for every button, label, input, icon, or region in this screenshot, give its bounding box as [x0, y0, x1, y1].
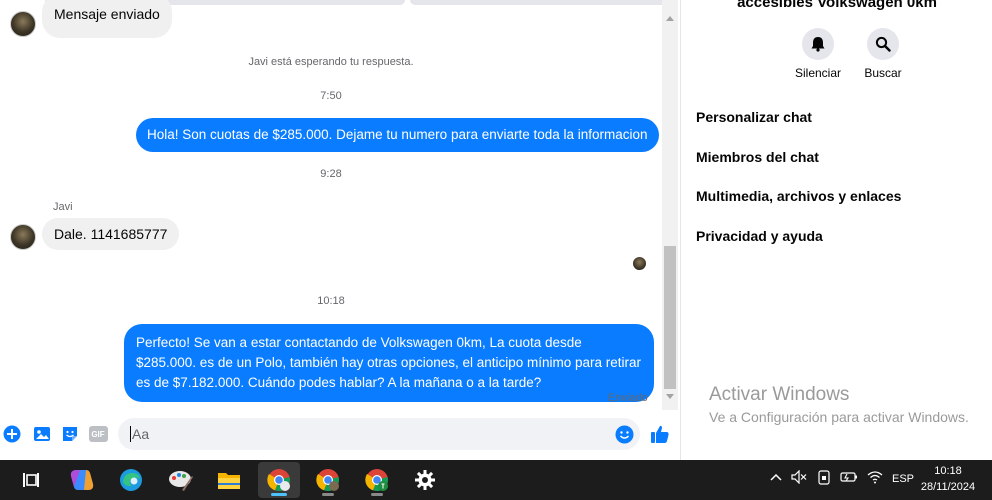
details-pane: accesibles Volkswagen 0km Silenciar Busc… [680, 0, 992, 460]
gif-icon[interactable]: GIF [88, 424, 108, 444]
chrome-profile-icon[interactable] [307, 462, 349, 498]
search-button[interactable]: Buscar [843, 28, 923, 80]
scroll-down-arrow-icon[interactable] [666, 394, 674, 399]
taskbar: ESP 10:18 28/11/2024 [0, 460, 992, 500]
waiting-note: Javi está esperando tu respuesta. [248, 56, 414, 68]
message-list[interactable]: Mensaje enviado Javi está esperando tu r… [0, 0, 662, 410]
settings-icon[interactable] [404, 462, 446, 498]
scroll-thumb[interactable] [664, 246, 676, 389]
menu-item-customize-chat[interactable]: Personalizar chat [696, 109, 812, 125]
timestamp: 9:28 [320, 168, 342, 180]
timestamp: 10:18 [317, 295, 345, 307]
menu-item-media-files-links[interactable]: Multimedia, archivos y enlaces [696, 188, 901, 204]
message-input-placeholder: Aa [132, 426, 150, 442]
outgoing-message[interactable]: Hola! Son cuotas de $285.000. Dejame tu … [136, 118, 659, 152]
incoming-message[interactable]: Mensaje enviado [42, 0, 172, 38]
search-icon [867, 28, 899, 60]
sender-name: Javi [53, 201, 73, 213]
avatar[interactable] [10, 224, 36, 250]
search-label: Buscar [864, 66, 902, 80]
active-indicator [271, 493, 287, 496]
wifi-icon[interactable] [867, 470, 883, 487]
volume-muted-icon[interactable] [791, 469, 807, 487]
paint-icon[interactable] [160, 462, 202, 498]
task-view-icon[interactable] [10, 462, 52, 498]
sticker-icon[interactable] [60, 424, 80, 444]
scroll-up-arrow-icon[interactable] [666, 16, 674, 21]
clock-time: 10:18 [934, 465, 962, 477]
running-indicator [322, 493, 334, 496]
menu-item-chat-members[interactable]: Miembros del chat [696, 149, 819, 165]
seen-receipt-avatar [633, 257, 646, 270]
chat-title: accesibles Volkswagen 0km [737, 0, 937, 11]
outgoing-message[interactable]: Perfecto! Se van a estar contactando de … [124, 324, 654, 402]
chrome-icon[interactable] [258, 462, 300, 498]
header-stub-right [410, 0, 662, 5]
activate-windows-watermark: Activar Windows Ve a Configuración para … [709, 384, 969, 425]
incoming-message[interactable]: Dale. 1141685777 [42, 218, 180, 250]
chevron-up-icon[interactable] [770, 470, 782, 485]
battery-icon[interactable] [840, 470, 858, 487]
edge-icon[interactable] [110, 462, 152, 498]
chrome-profile-t-icon[interactable] [356, 462, 398, 498]
bell-icon [802, 28, 834, 60]
plus-circle-icon[interactable] [2, 424, 22, 444]
activate-windows-title: Activar Windows [709, 384, 850, 405]
file-explorer-icon[interactable] [208, 462, 250, 498]
phone-link-icon[interactable] [817, 470, 831, 488]
message-input[interactable]: Aa [118, 418, 640, 450]
menu-item-privacy-help[interactable]: Privacidad y ayuda [696, 228, 823, 244]
delivery-status: Enviado [608, 392, 648, 404]
chat-pane: Mensaje enviado Javi está esperando tu r… [0, 0, 680, 460]
avatar[interactable] [10, 11, 36, 37]
emoji-icon[interactable] [614, 424, 634, 444]
input-language[interactable]: ESP [892, 473, 914, 485]
clock[interactable]: 10:18 28/11/2024 [918, 463, 978, 495]
screen: Mensaje enviado Javi está esperando tu r… [0, 0, 992, 500]
copilot-icon[interactable] [61, 462, 103, 498]
activate-windows-subtitle: Ve a Configuración para activar Windows. [709, 409, 969, 425]
clock-date: 28/11/2024 [920, 481, 976, 493]
like-icon[interactable] [649, 424, 671, 444]
composer: GIF Aa [0, 410, 680, 460]
text-caret [130, 426, 131, 442]
image-icon[interactable] [32, 424, 52, 444]
timestamp: 7:50 [320, 90, 342, 102]
scrollbar[interactable] [662, 0, 678, 410]
running-indicator [371, 493, 383, 496]
